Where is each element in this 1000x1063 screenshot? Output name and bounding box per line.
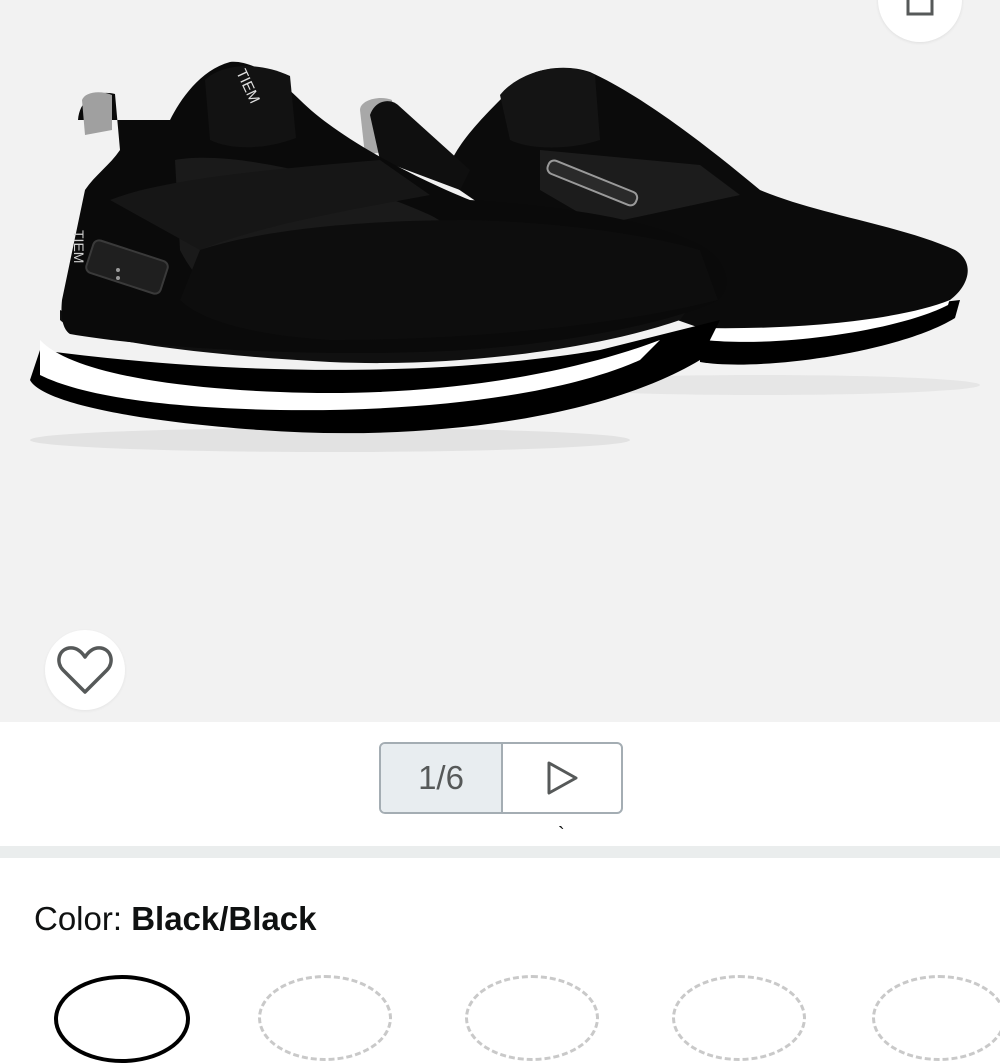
share-icon [906,0,934,16]
color-label: Color: [34,900,123,937]
tick-mark: ` [558,824,565,846]
product-image-gallery[interactable]: TIEM TIEM [0,0,1000,722]
section-divider [0,846,1000,858]
color-selection-row: Color: Black/Black [34,900,317,938]
image-pager: 1/6 [379,742,623,814]
play-triangle-icon [547,761,578,795]
color-swatch[interactable] [872,975,1000,1061]
next-image-button[interactable] [503,744,621,812]
wishlist-button[interactable] [45,630,125,710]
brand-print-heel: TIEM [71,230,87,263]
image-page-indicator: 1/6 [381,744,503,812]
color-swatch[interactable] [465,975,599,1061]
selected-color-value: Black/Black [131,900,317,937]
color-swatch-selected[interactable] [54,975,190,1063]
color-swatch[interactable] [672,975,806,1061]
color-swatch[interactable] [258,975,392,1061]
heart-icon [57,646,113,694]
product-image[interactable]: TIEM TIEM [0,0,1000,722]
